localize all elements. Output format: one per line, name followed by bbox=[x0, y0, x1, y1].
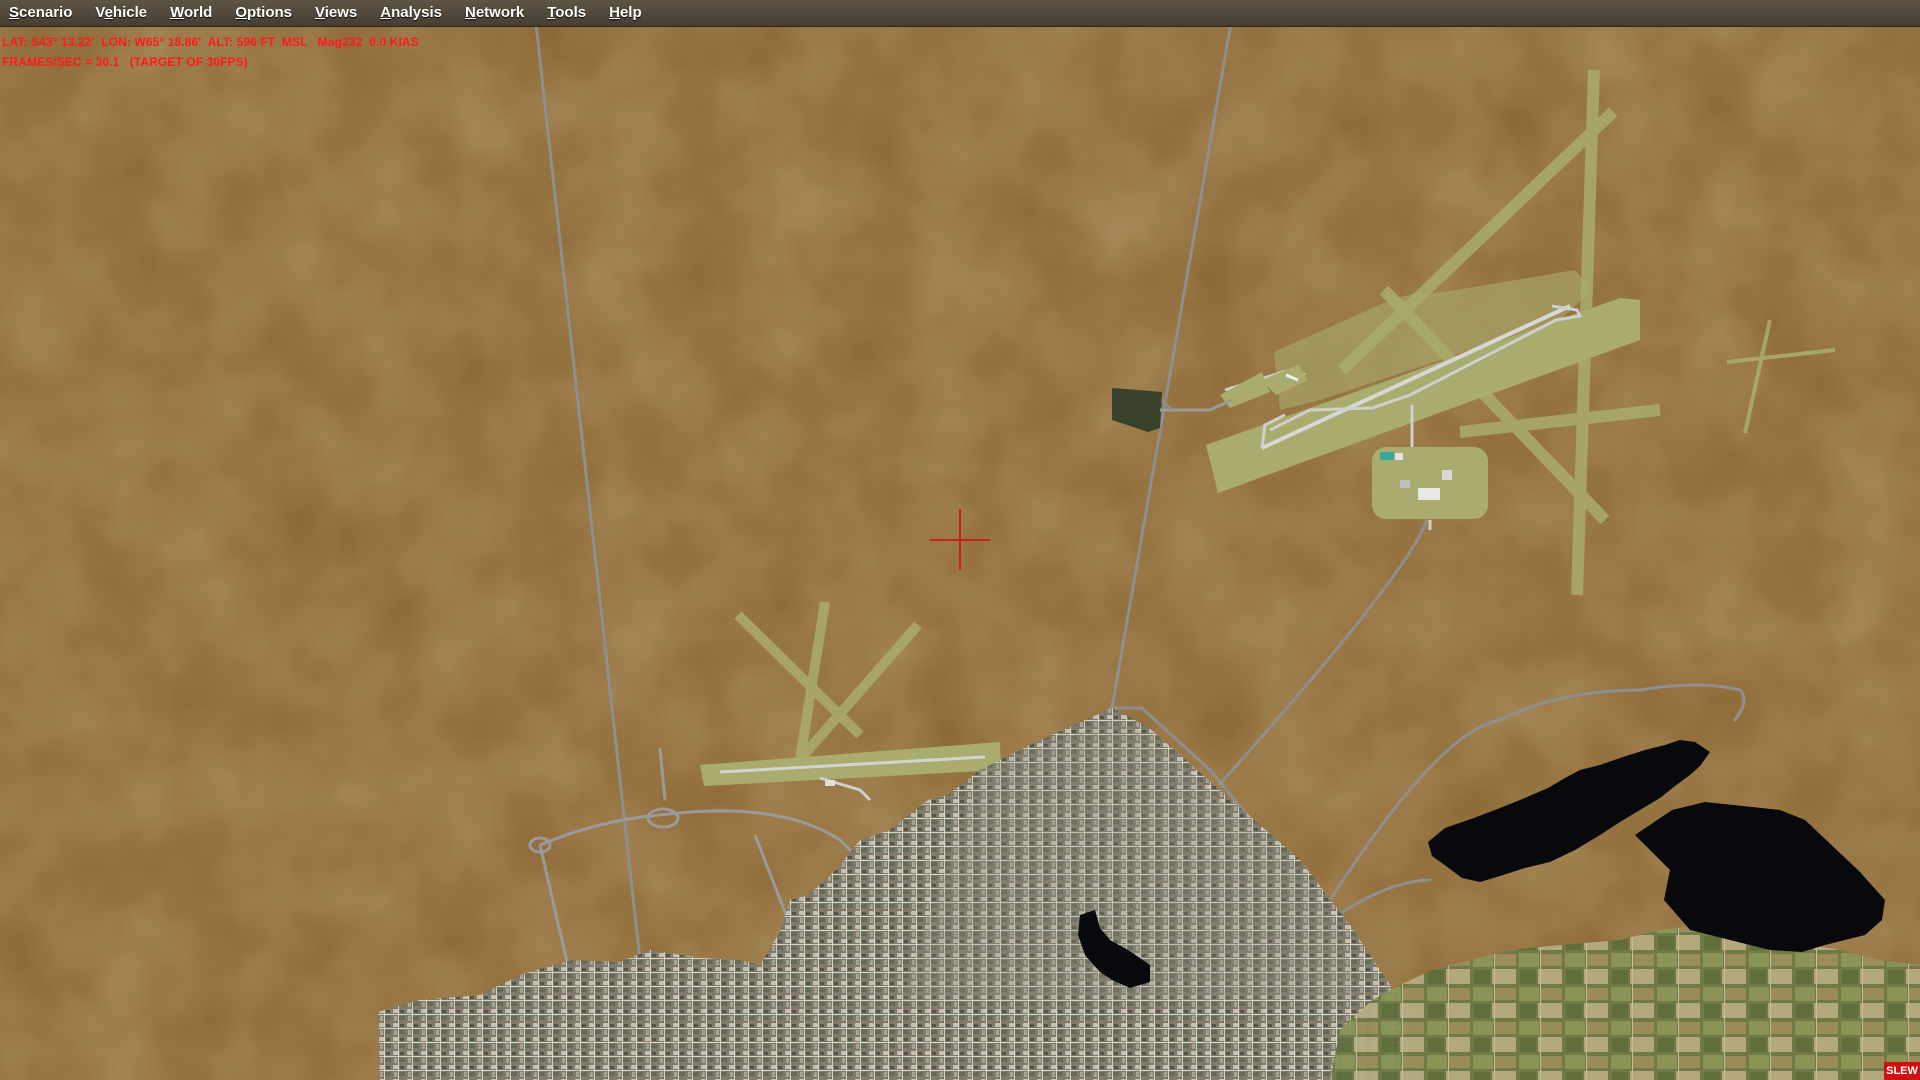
map-view[interactable] bbox=[0, 0, 1920, 1080]
menu-options[interactable]: Options bbox=[226, 0, 306, 26]
menu-scenario[interactable]: Scenario bbox=[0, 0, 86, 26]
menu-help[interactable]: Help bbox=[600, 0, 656, 26]
menu-views[interactable]: Views bbox=[306, 0, 371, 26]
menu-analysis[interactable]: Analysis bbox=[371, 0, 456, 26]
menu-world[interactable]: World bbox=[161, 0, 226, 26]
slew-indicator: SLEW bbox=[1884, 1062, 1920, 1080]
menu-bar: Scenario Vehicle World Options Views Ana… bbox=[0, 0, 1920, 27]
menu-vehicle[interactable]: Vehicle bbox=[86, 0, 161, 26]
menu-network[interactable]: Network bbox=[456, 0, 538, 26]
menu-tools[interactable]: Tools bbox=[538, 0, 600, 26]
position-readout: LAT: S43° 13.22' LON: W65° 18.86' ALT: 5… bbox=[2, 35, 419, 49]
fps-readout: FRAMES/SEC = 30.1 (TARGET OF 30FPS) bbox=[2, 55, 248, 69]
